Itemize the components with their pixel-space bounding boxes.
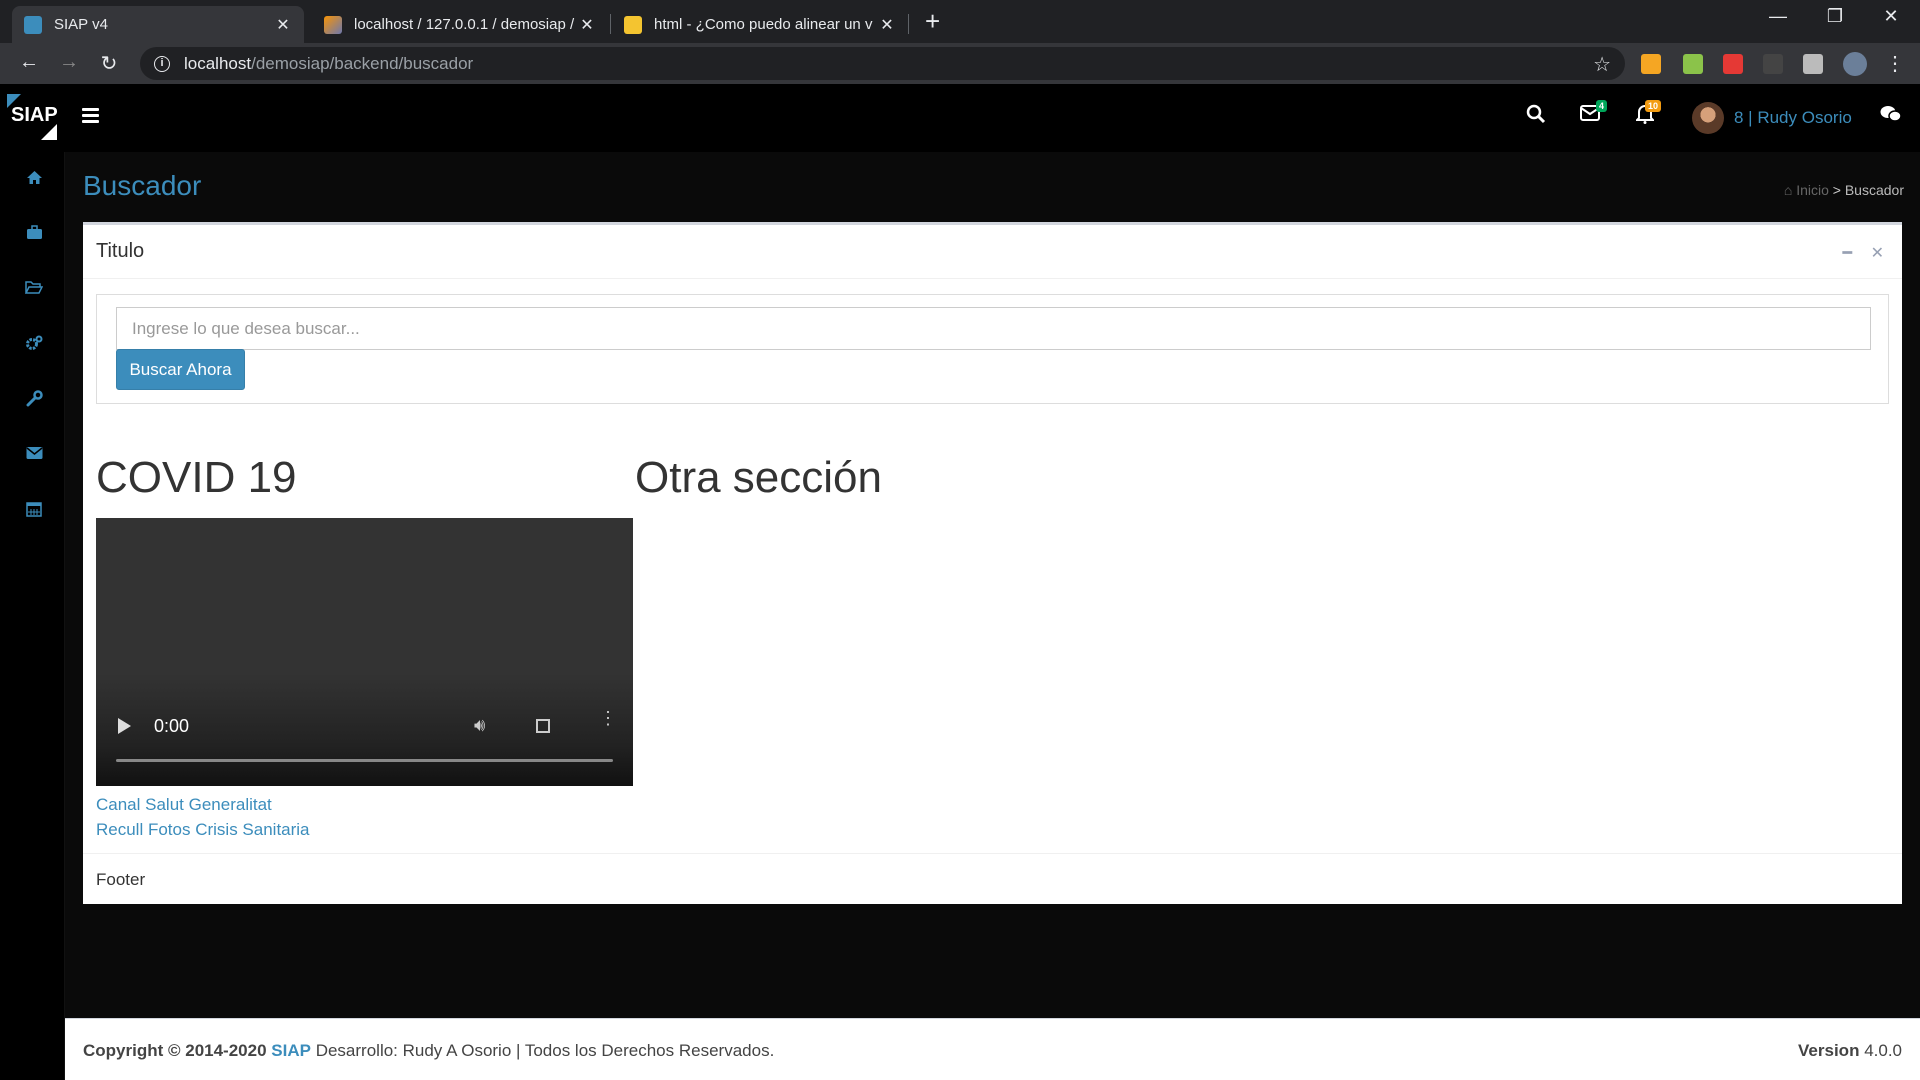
divider	[83, 853, 1902, 854]
hamburger-menu-icon[interactable]	[82, 108, 99, 126]
tab-separator	[610, 14, 611, 34]
breadcrumb-current: Buscador	[1844, 182, 1904, 198]
close-tab-icon[interactable]: ✕	[578, 15, 596, 35]
app-header: SIAP 4 10 8 | Rudy Osorio	[0, 84, 1920, 152]
back-arrow-icon[interactable]: ←	[16, 51, 42, 74]
sidebar	[0, 152, 65, 1080]
breadcrumb: ⌂ Inicio > Buscador	[1784, 182, 1904, 198]
video-progress-bar[interactable]	[116, 759, 613, 762]
minimize-button[interactable]: —	[1753, 6, 1803, 27]
calendar-icon[interactable]	[24, 500, 44, 520]
video-time: 0:00	[154, 716, 190, 736]
puzzle-extensions-icon[interactable]	[1803, 54, 1823, 74]
user-avatar[interactable]	[1692, 102, 1724, 134]
user-name-link[interactable]: 8 | Rudy Osorio	[1734, 108, 1852, 128]
section-title-covid: COVID 19	[96, 453, 297, 502]
siap-favicon-icon	[24, 15, 42, 34]
fullscreen-icon[interactable]	[536, 719, 550, 733]
breadcrumb-separator: >	[1832, 182, 1841, 198]
main-box: Titulo ━ ✕ Ingrese lo que desea buscar..…	[83, 222, 1902, 904]
home-icon: ⌂	[1783, 182, 1793, 198]
notifications-count-badge: 10	[1645, 100, 1662, 112]
key-extension-icon[interactable]	[1641, 54, 1661, 74]
envelope-icon[interactable]	[24, 445, 44, 465]
search-button[interactable]: Buscar Ahora	[116, 349, 245, 390]
folder-icon[interactable]	[24, 280, 44, 300]
url-path: /demosiap/backend/buscador	[251, 53, 474, 73]
volume-icon[interactable]: 🔊︎	[474, 715, 485, 736]
tab-stackoverflow[interactable]: html - ¿Como puedo alinear un v ✕	[612, 6, 908, 43]
version-label: Version	[1798, 1041, 1860, 1060]
chat-bubbles-icon[interactable]	[1880, 104, 1902, 130]
address-bar[interactable]: i localhost /demosiap/backend/buscador ☆	[140, 47, 1625, 80]
wrench-icon[interactable]	[24, 390, 44, 410]
browser-tab-bar: SIAP v4 ✕ localhost / 127.0.0.1 / demosi…	[0, 0, 1920, 43]
tab-siap[interactable]: SIAP v4 ✕	[12, 6, 304, 43]
box-title: Titulo	[96, 240, 145, 262]
main-footer: Copyright © 2014-2020 SIAP Desarrollo: R…	[65, 1018, 1920, 1080]
restore-button[interactable]: ❐	[1810, 6, 1860, 27]
browser-menu-icon[interactable]: ⋮	[1882, 51, 1908, 76]
link-recull-fotos[interactable]: Recull Fotos Crisis Sanitaria	[96, 820, 310, 840]
messages-count-badge: 4	[1596, 100, 1608, 112]
footer-version: Version 4.0.0	[1798, 1041, 1902, 1061]
close-window-button[interactable]: ✕	[1866, 6, 1916, 27]
more-options-icon[interactable]: ⋮	[599, 709, 617, 727]
search-panel: Ingrese lo que desea buscar... Buscar Ah…	[96, 294, 1889, 404]
briefcase-icon[interactable]	[24, 225, 44, 245]
close-tab-icon[interactable]: ✕	[274, 15, 292, 35]
tab-title: SIAP v4	[54, 16, 108, 33]
footer-left: Copyright © 2014-2020 SIAP Desarrollo: R…	[83, 1041, 774, 1061]
tab-phpmyadmin[interactable]: localhost / 127.0.0.1 / demosiap / ✕	[312, 6, 608, 43]
profile-avatar-icon[interactable]	[1843, 52, 1867, 76]
footer-credits: Desarrollo: Rudy A Osorio | Todos los De…	[315, 1041, 775, 1060]
copyright-text: Copyright © 2014-2020	[83, 1041, 267, 1060]
close-tab-icon[interactable]: ✕	[878, 15, 896, 35]
breadcrumb-home-link[interactable]: Inicio	[1796, 182, 1829, 198]
stackoverflow-favicon-icon	[624, 15, 642, 34]
url-host: localhost	[184, 53, 252, 73]
recycle-extension-icon[interactable]	[1763, 54, 1783, 74]
forward-arrow-icon[interactable]: →	[56, 51, 82, 74]
box-footer: Footer	[96, 870, 146, 889]
pocket-extension-icon[interactable]	[1723, 54, 1743, 74]
link-canal-salut[interactable]: Canal Salut Generalitat	[96, 795, 272, 815]
reload-icon[interactable]: ↻	[96, 51, 122, 76]
tab-title: html - ¿Como puedo alinear un v	[654, 16, 873, 33]
footer-brand-link[interactable]: SIAP	[271, 1041, 311, 1060]
home-icon[interactable]	[24, 170, 44, 190]
play-icon[interactable]	[118, 718, 131, 734]
tab-title: localhost / 127.0.0.1 / demosiap /	[354, 16, 575, 33]
logo-triangle-icon	[41, 124, 57, 140]
siap-logo[interactable]: SIAP	[5, 94, 58, 140]
page-title: Buscador	[83, 170, 202, 201]
collapse-icon[interactable]: ━	[1843, 245, 1853, 262]
search-input[interactable]: Ingrese lo que desea buscar...	[116, 307, 1871, 350]
section-title-other: Otra sección	[635, 453, 882, 502]
site-info-icon[interactable]: i	[154, 55, 170, 72]
box-tools: ━ ✕	[1843, 243, 1885, 263]
search-icon[interactable]	[1526, 104, 1546, 130]
version-number: 4.0.0	[1864, 1041, 1902, 1060]
bookmark-star-icon[interactable]: ☆	[1593, 52, 1611, 77]
close-icon[interactable]: ✕	[1871, 245, 1884, 262]
new-tab-button[interactable]: +	[925, 8, 940, 34]
browser-toolbar: ← → ↻ i localhost /demosiap/backend/busc…	[0, 43, 1920, 84]
sheets-extension-icon[interactable]	[1683, 54, 1703, 74]
cogs-icon[interactable]	[24, 335, 44, 355]
divider	[83, 278, 1902, 279]
tab-separator	[908, 14, 909, 34]
phpmyadmin-favicon-icon	[324, 15, 342, 34]
video-player[interactable]: 0:00 🔊︎ ⋮	[96, 518, 633, 786]
